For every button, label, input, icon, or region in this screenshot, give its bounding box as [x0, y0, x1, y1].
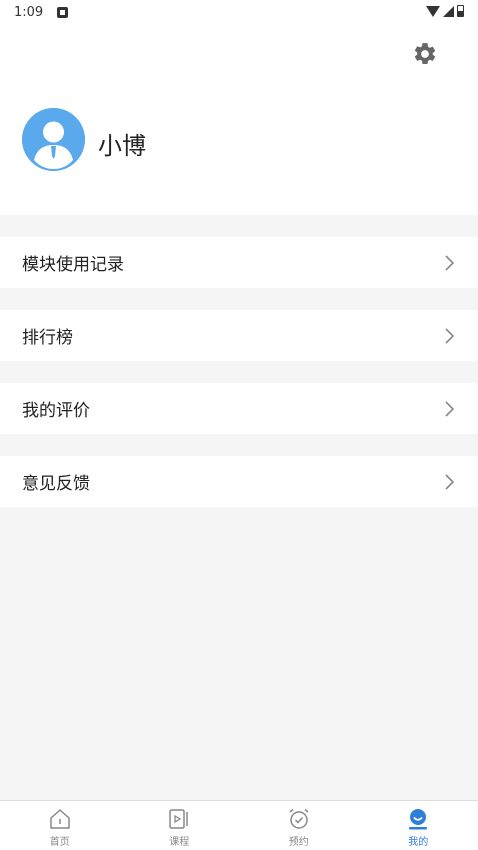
alarm-icon: [289, 808, 309, 829]
chevron-right-icon: [445, 401, 455, 417]
status-icons: [426, 5, 464, 17]
notification-icon: [57, 7, 68, 18]
settings-button[interactable]: [412, 41, 438, 67]
avatar[interactable]: [22, 108, 85, 171]
status-time: 1:09: [14, 5, 44, 20]
user-silhouette-icon: [22, 108, 85, 171]
username: 小博: [98, 132, 146, 160]
course-icon: [169, 809, 188, 829]
bottom-nav: 首页 课程 预约 我的: [0, 800, 478, 850]
tab-label: 预约: [288, 837, 309, 848]
menu-item-leaderboard[interactable]: 排行榜: [0, 310, 478, 361]
tab-label: 我的: [408, 837, 429, 848]
profile-icon: [409, 809, 428, 830]
battery-icon: [457, 5, 464, 17]
wifi-icon: [426, 5, 440, 17]
menu-item-label: 模块使用记录: [22, 255, 124, 275]
menu-item-feedback[interactable]: 意见反馈: [0, 456, 478, 507]
chevron-right-icon: [445, 474, 455, 490]
tab-label: 课程: [169, 837, 190, 848]
menu-item-label: 我的评价: [22, 401, 90, 421]
tab-booking[interactable]: 预约: [239, 801, 359, 850]
profile-header: 小博: [0, 26, 478, 215]
chevron-right-icon: [445, 328, 455, 344]
signal-icon: [443, 5, 454, 17]
home-icon: [50, 809, 70, 829]
menu-item-my-reviews[interactable]: 我的评价: [0, 383, 478, 434]
chevron-right-icon: [445, 255, 455, 271]
profile-screen: 1:09 小博 模块使用记录 排行榜 我的评价 意见反馈 首页 课程 预约 我的: [0, 0, 478, 850]
tab-label: 首页: [49, 837, 70, 848]
menu-list: 模块使用记录 排行榜 我的评价 意见反馈: [0, 237, 478, 507]
tab-courses[interactable]: 课程: [120, 801, 240, 850]
menu-item-label: 意见反馈: [22, 474, 90, 494]
menu-item-label: 排行榜: [22, 328, 73, 348]
status-bar: 1:09: [0, 0, 478, 26]
menu-item-usage-history[interactable]: 模块使用记录: [0, 237, 478, 288]
gear-icon: [414, 43, 436, 64]
tab-me[interactable]: 我的: [359, 801, 478, 850]
tab-home[interactable]: 首页: [0, 801, 120, 850]
